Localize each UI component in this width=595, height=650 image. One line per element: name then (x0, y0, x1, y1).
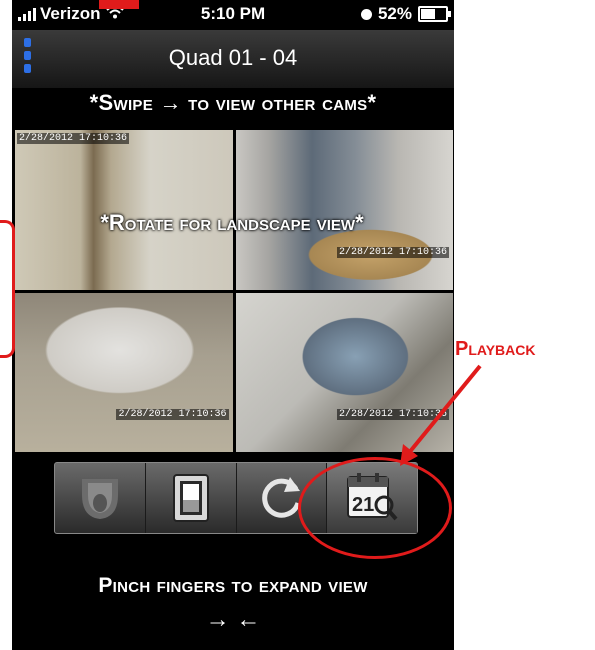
camera-timestamp: 2/28/2012 17:10:36 (17, 133, 130, 144)
pinch-instruction: Pinch fingers to expand view (98, 574, 368, 597)
camera-view-3[interactable]: 2/28/2012 17:10:36 (15, 292, 233, 452)
playback-annotation-label: Playback (455, 338, 536, 360)
orientation-lock-icon (360, 8, 372, 20)
annotation-top-tab (99, 0, 139, 9)
battery-percent: 52% (377, 4, 412, 23)
camera-view-4[interactable]: 2/28/2012 17:10:36 (235, 292, 453, 452)
ptz-camera-icon (76, 473, 124, 523)
page-title: Quad 01 - 04 (168, 45, 298, 70)
battery-fill (421, 9, 435, 19)
camera-timestamp: 2/28/2012 17:10:36 (336, 246, 449, 258)
camera-timestamp: 2/28/2012 17:10:36 (116, 409, 229, 420)
annotation-side-bracket (0, 220, 15, 358)
switch-button[interactable] (146, 463, 237, 533)
battery-nub (448, 11, 451, 17)
swipe-instruction: *Swipe → to view other cams* (89, 90, 377, 115)
playback-highlight-circle (298, 457, 452, 559)
battery-icon (418, 6, 451, 22)
camera-timestamp: 2/28/2012 17:10:36 (336, 409, 449, 420)
battery-group: 52% (360, 4, 451, 24)
pinch-arrows: → ← (205, 606, 261, 633)
status-bar: Verizon 5:10 PM 52% (12, 0, 454, 30)
ptz-button[interactable] (55, 463, 146, 533)
switch-icon (171, 472, 211, 524)
nav-header: Quad 01 - 04 (12, 30, 454, 88)
camera-grid: 2/28/2012 17:10:36 2/28/2012 17:10:36 2/… (15, 130, 453, 452)
rotate-instruction: *Rotate for landscape view* (100, 210, 364, 235)
